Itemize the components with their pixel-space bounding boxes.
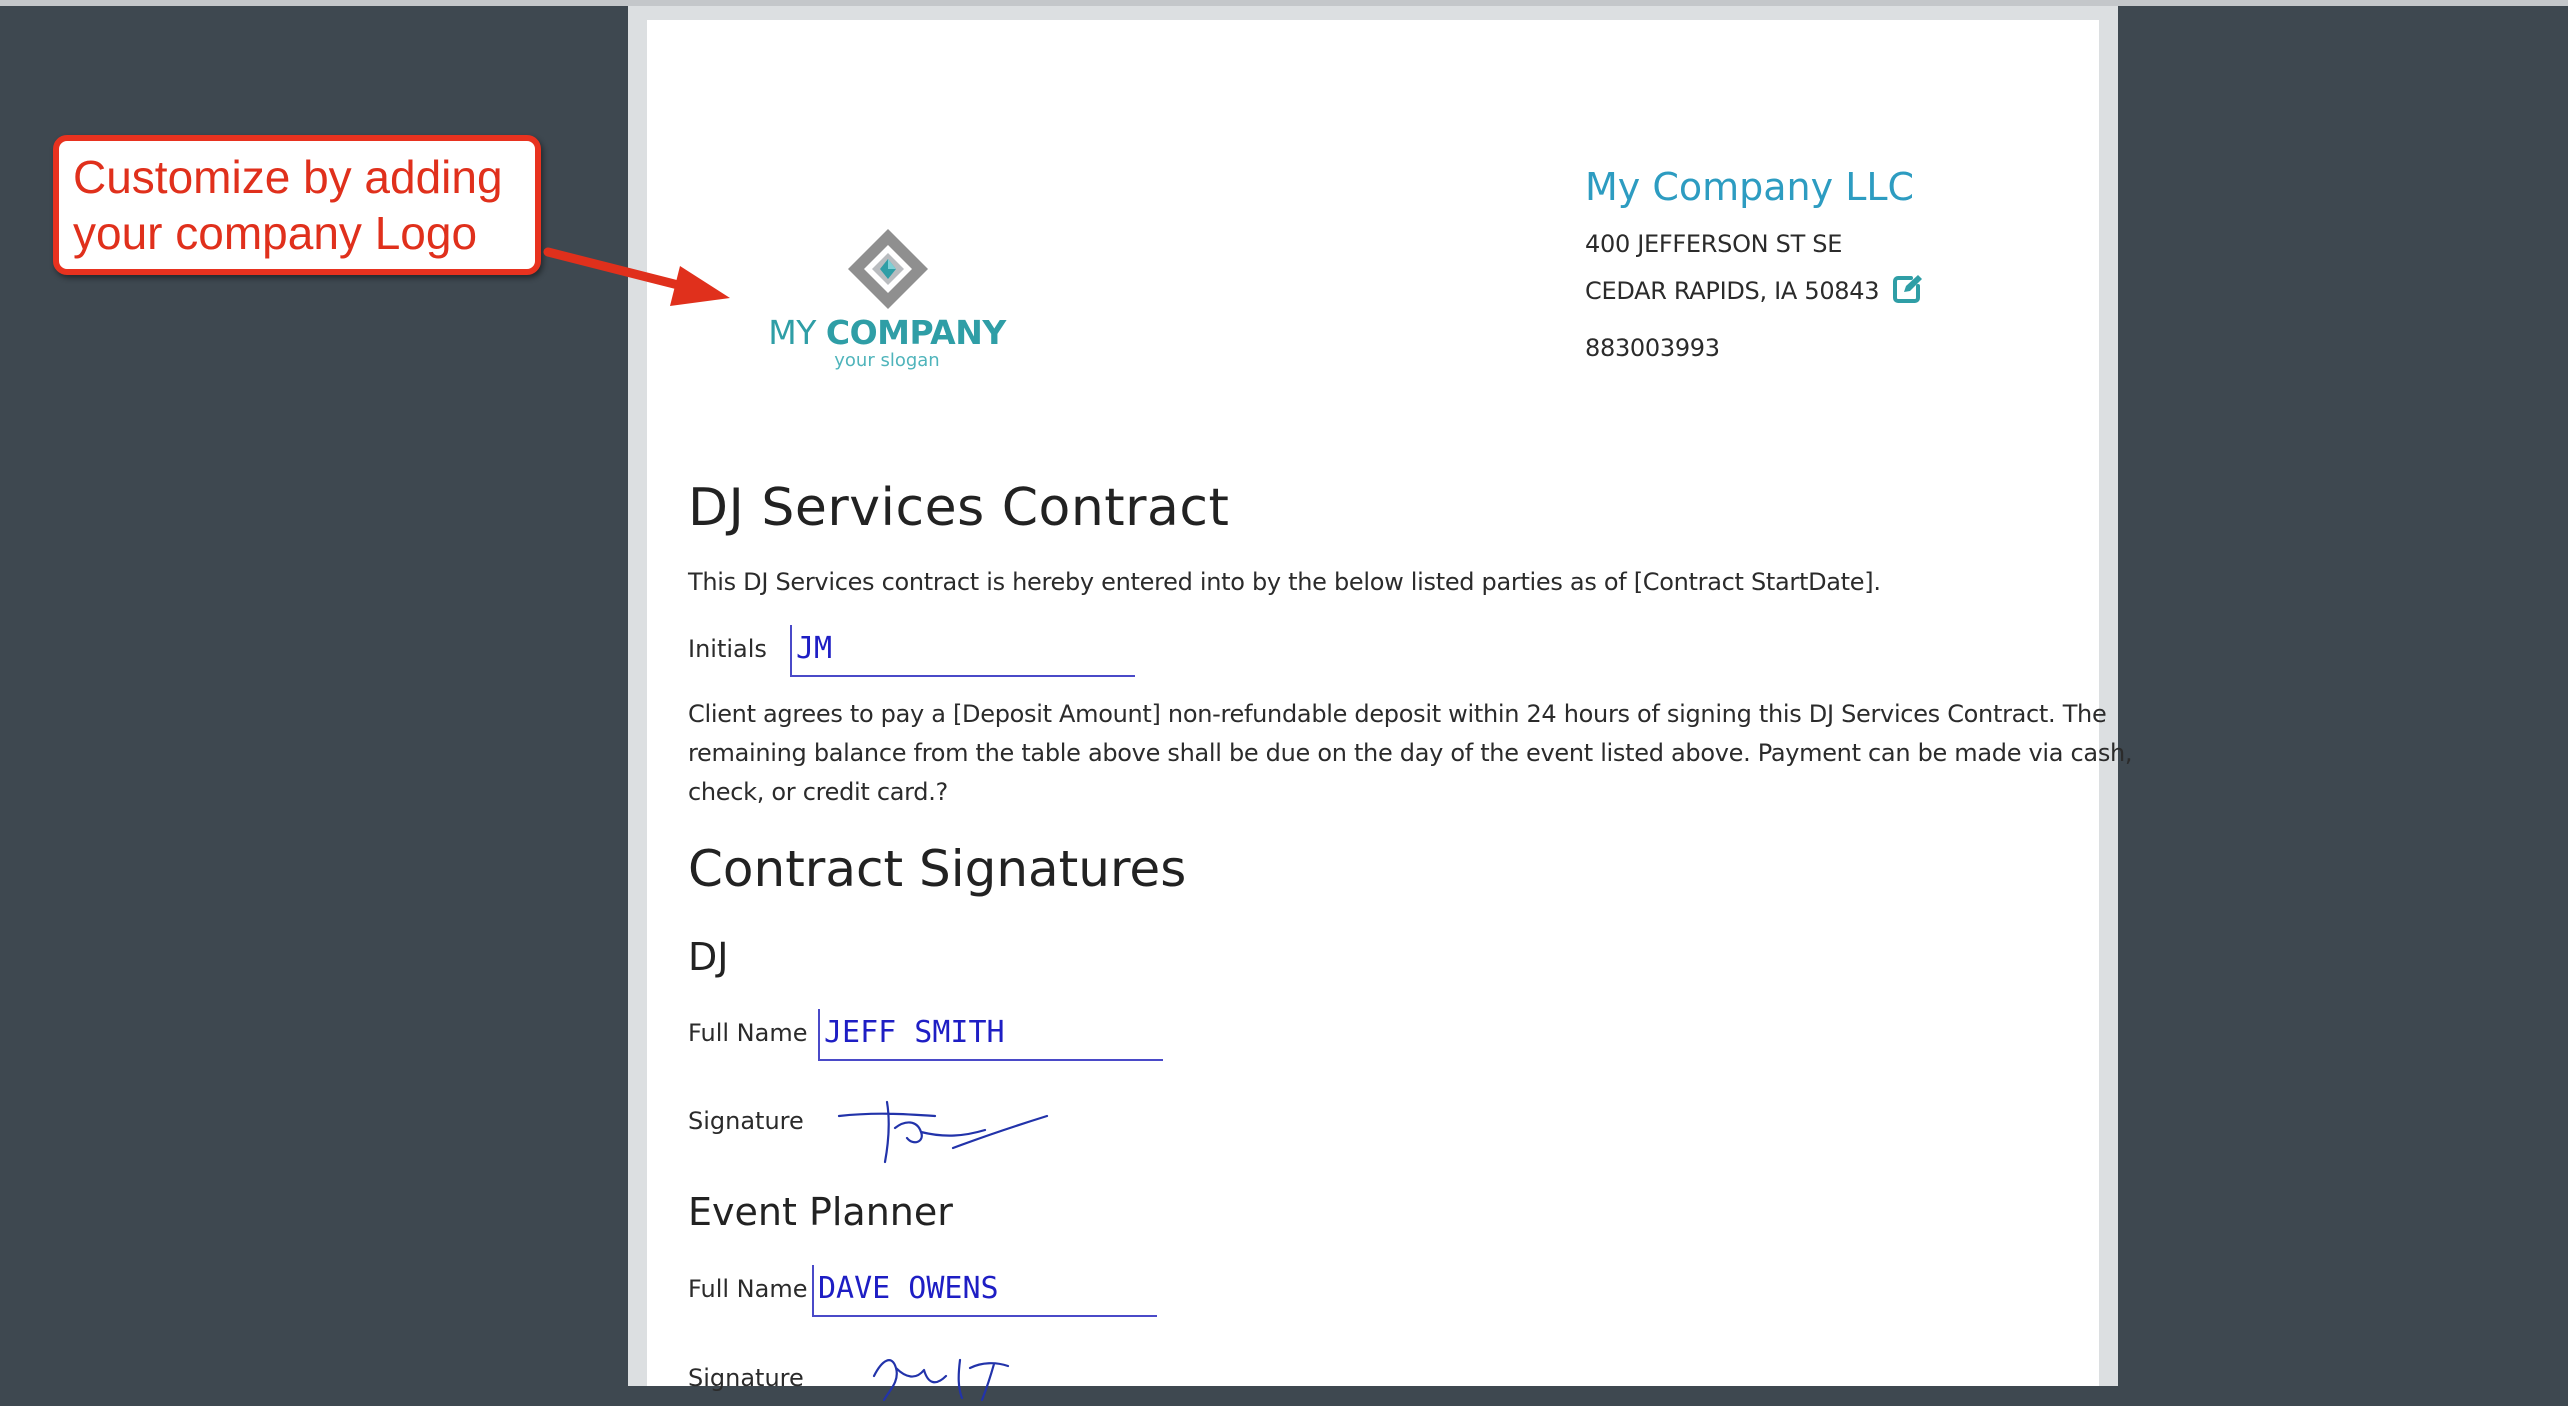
payment-terms: Client agrees to pay a [Deposit Amount] … [688, 695, 2133, 812]
callout-line: your company Logo [73, 207, 478, 259]
signatures-heading: Contract Signatures [688, 840, 1187, 898]
logo-company-name: MY COMPANY [768, 313, 1006, 352]
logo-slogan: your slogan [834, 350, 940, 371]
initials-field[interactable]: JM [790, 625, 1135, 677]
planner-full-name-field[interactable]: DAVE OWENS [812, 1265, 1157, 1317]
company-info: My Company LLC 400 JEFFERSON ST SE CEDAR… [1585, 165, 1923, 372]
contract-page: MY COMPANY your slogan My Company LLC 40… [647, 20, 2133, 1402]
contract-title: DJ Services Contract [688, 478, 1230, 538]
callout-arrow-icon [543, 247, 730, 306]
planner-signature-label: Signature [688, 1364, 804, 1392]
edit-icon[interactable] [1891, 273, 1923, 321]
dj-full-name-field[interactable]: JEFF SMITH [818, 1009, 1163, 1061]
dj-signature-label: Signature [688, 1107, 804, 1135]
logo-callout: Customize by adding your company Logo [53, 135, 541, 275]
contract-intro: This DJ Services contract is hereby ente… [688, 568, 1881, 596]
initials-label: Initials [688, 635, 767, 663]
address-line-2: CEDAR RAPIDS, IA 50843 [1585, 268, 1923, 315]
planner-full-name-label: Full Name [688, 1275, 808, 1303]
dj-heading: DJ [688, 935, 729, 979]
dj-signature[interactable] [835, 1080, 1055, 1170]
diamond-logo-icon [848, 229, 928, 309]
company-phone: 883003993 [1585, 334, 1720, 362]
company-logo[interactable]: MY COMPANY your slogan [757, 200, 1047, 380]
company-name: My Company LLC [1585, 165, 1915, 209]
payment-terms-line: Client agrees to pay a [Deposit Amount] … [688, 700, 2107, 728]
address-line-1: 400 JEFFERSON ST SE [1585, 230, 1843, 258]
payment-terms-line: check, or credit card.? [688, 778, 948, 806]
planner-signature[interactable] [862, 1340, 1022, 1406]
dj-full-name-label: Full Name [688, 1019, 808, 1047]
callout-line: Customize by adding [73, 151, 503, 203]
event-planner-heading: Event Planner [688, 1190, 953, 1234]
payment-terms-line: remaining balance from the table above s… [688, 739, 2133, 767]
